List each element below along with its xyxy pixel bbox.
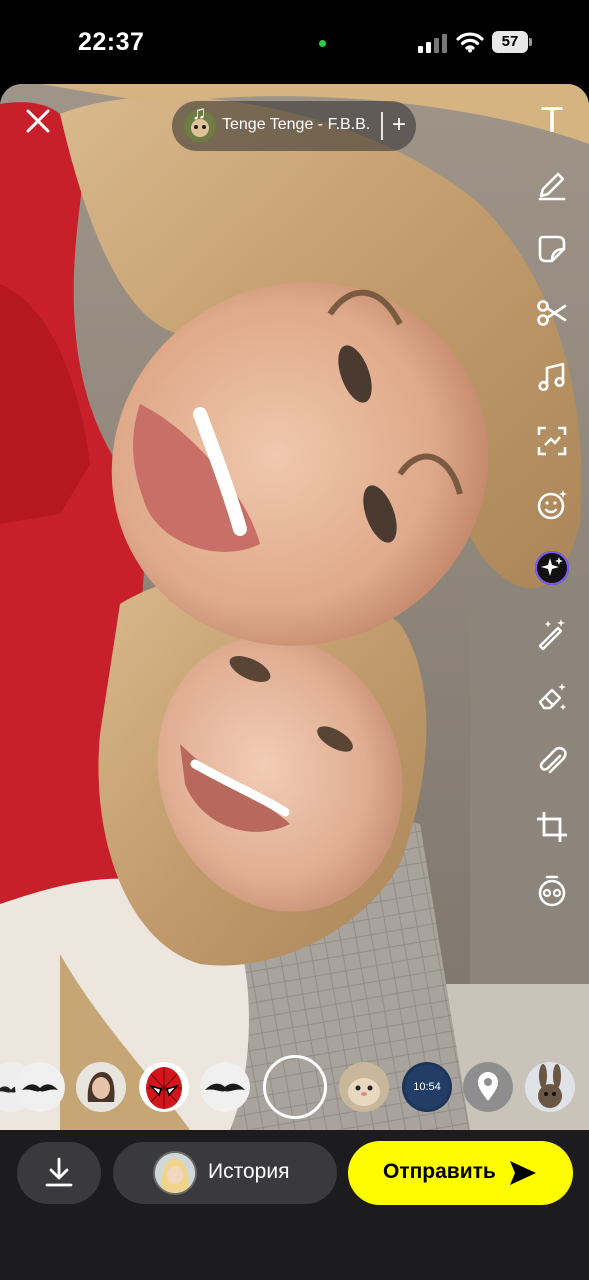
crop-icon [537,812,567,842]
scissors-tool-button[interactable] [534,295,570,331]
text-icon: T [541,101,563,141]
sticker-tool-button[interactable] [534,231,570,267]
ai-tool-button[interactable] [534,550,570,586]
close-button[interactable] [22,105,54,137]
lens-spiderman[interactable] [139,1062,189,1112]
magic-wand-icon [538,619,565,651]
location-pin-icon [463,1062,513,1112]
ai-sparkle-icon [535,551,569,585]
pencil-icon [538,172,566,201]
scan-icon [537,426,567,456]
music-track-title: Tenge Tenge - F.B.B. [222,116,371,133]
status-time: 22:37 [78,28,145,56]
battery-icon: 57 [492,31,534,53]
status-bar: 22:37 57 [0,0,589,84]
add-music-button[interactable]: + [388,111,410,139]
snap-photo-preview[interactable] [0,84,589,1130]
lens-mustache-2[interactable] [200,1062,250,1112]
crop-tool-button[interactable] [534,809,570,845]
timer-icon [538,875,566,907]
selfie-photo [0,84,589,1130]
lens-mustache[interactable] [15,1062,65,1112]
story-button[interactable]: История [113,1142,337,1204]
magic-wand-tool-button[interactable] [534,616,570,652]
send-button[interactable]: Отправить [348,1141,573,1205]
sticker-icon [538,235,566,263]
close-icon [26,109,50,133]
pill-divider [381,112,383,140]
eraser-tool-button[interactable] [534,680,570,716]
text-tool-button[interactable]: T [534,101,570,141]
battery-level: 57 [492,31,528,53]
story-label: История [208,1160,290,1183]
download-icon [45,1157,73,1187]
lens-clock[interactable]: 10:54 [402,1062,452,1112]
music-icon [538,362,565,392]
music-track-pill[interactable]: ♫ Tenge Tenge - F.B.B. + [172,101,416,151]
scissors-icon [537,300,567,326]
lens-hamster[interactable] [339,1062,389,1112]
lens-location[interactable] [463,1062,513,1112]
send-arrow-icon [510,1161,536,1185]
attachment-tool-button[interactable] [534,745,570,781]
music-note-icon: ♫ [192,103,207,124]
capture-button[interactable] [263,1055,327,1119]
magic-eraser-icon [538,683,566,710]
lens-clock-time: 10:54 [413,1081,441,1093]
timer-tool-button[interactable] [534,873,570,909]
send-label: Отправить [383,1160,496,1183]
cellular-signal-icon [418,33,448,53]
lens-portrait[interactable] [76,1062,126,1112]
story-avatar [153,1151,197,1195]
emoji-tool-button[interactable] [534,487,570,523]
save-button[interactable] [17,1142,101,1204]
camera-in-use-indicator [319,40,326,47]
paperclip-icon [539,746,567,774]
smiley-icon [537,490,567,520]
scan-tool-button[interactable] [534,423,570,459]
lens-bunny[interactable] [525,1062,575,1112]
draw-tool-button[interactable] [534,167,570,203]
wifi-icon [456,31,484,53]
music-tool-button[interactable] [534,359,570,395]
